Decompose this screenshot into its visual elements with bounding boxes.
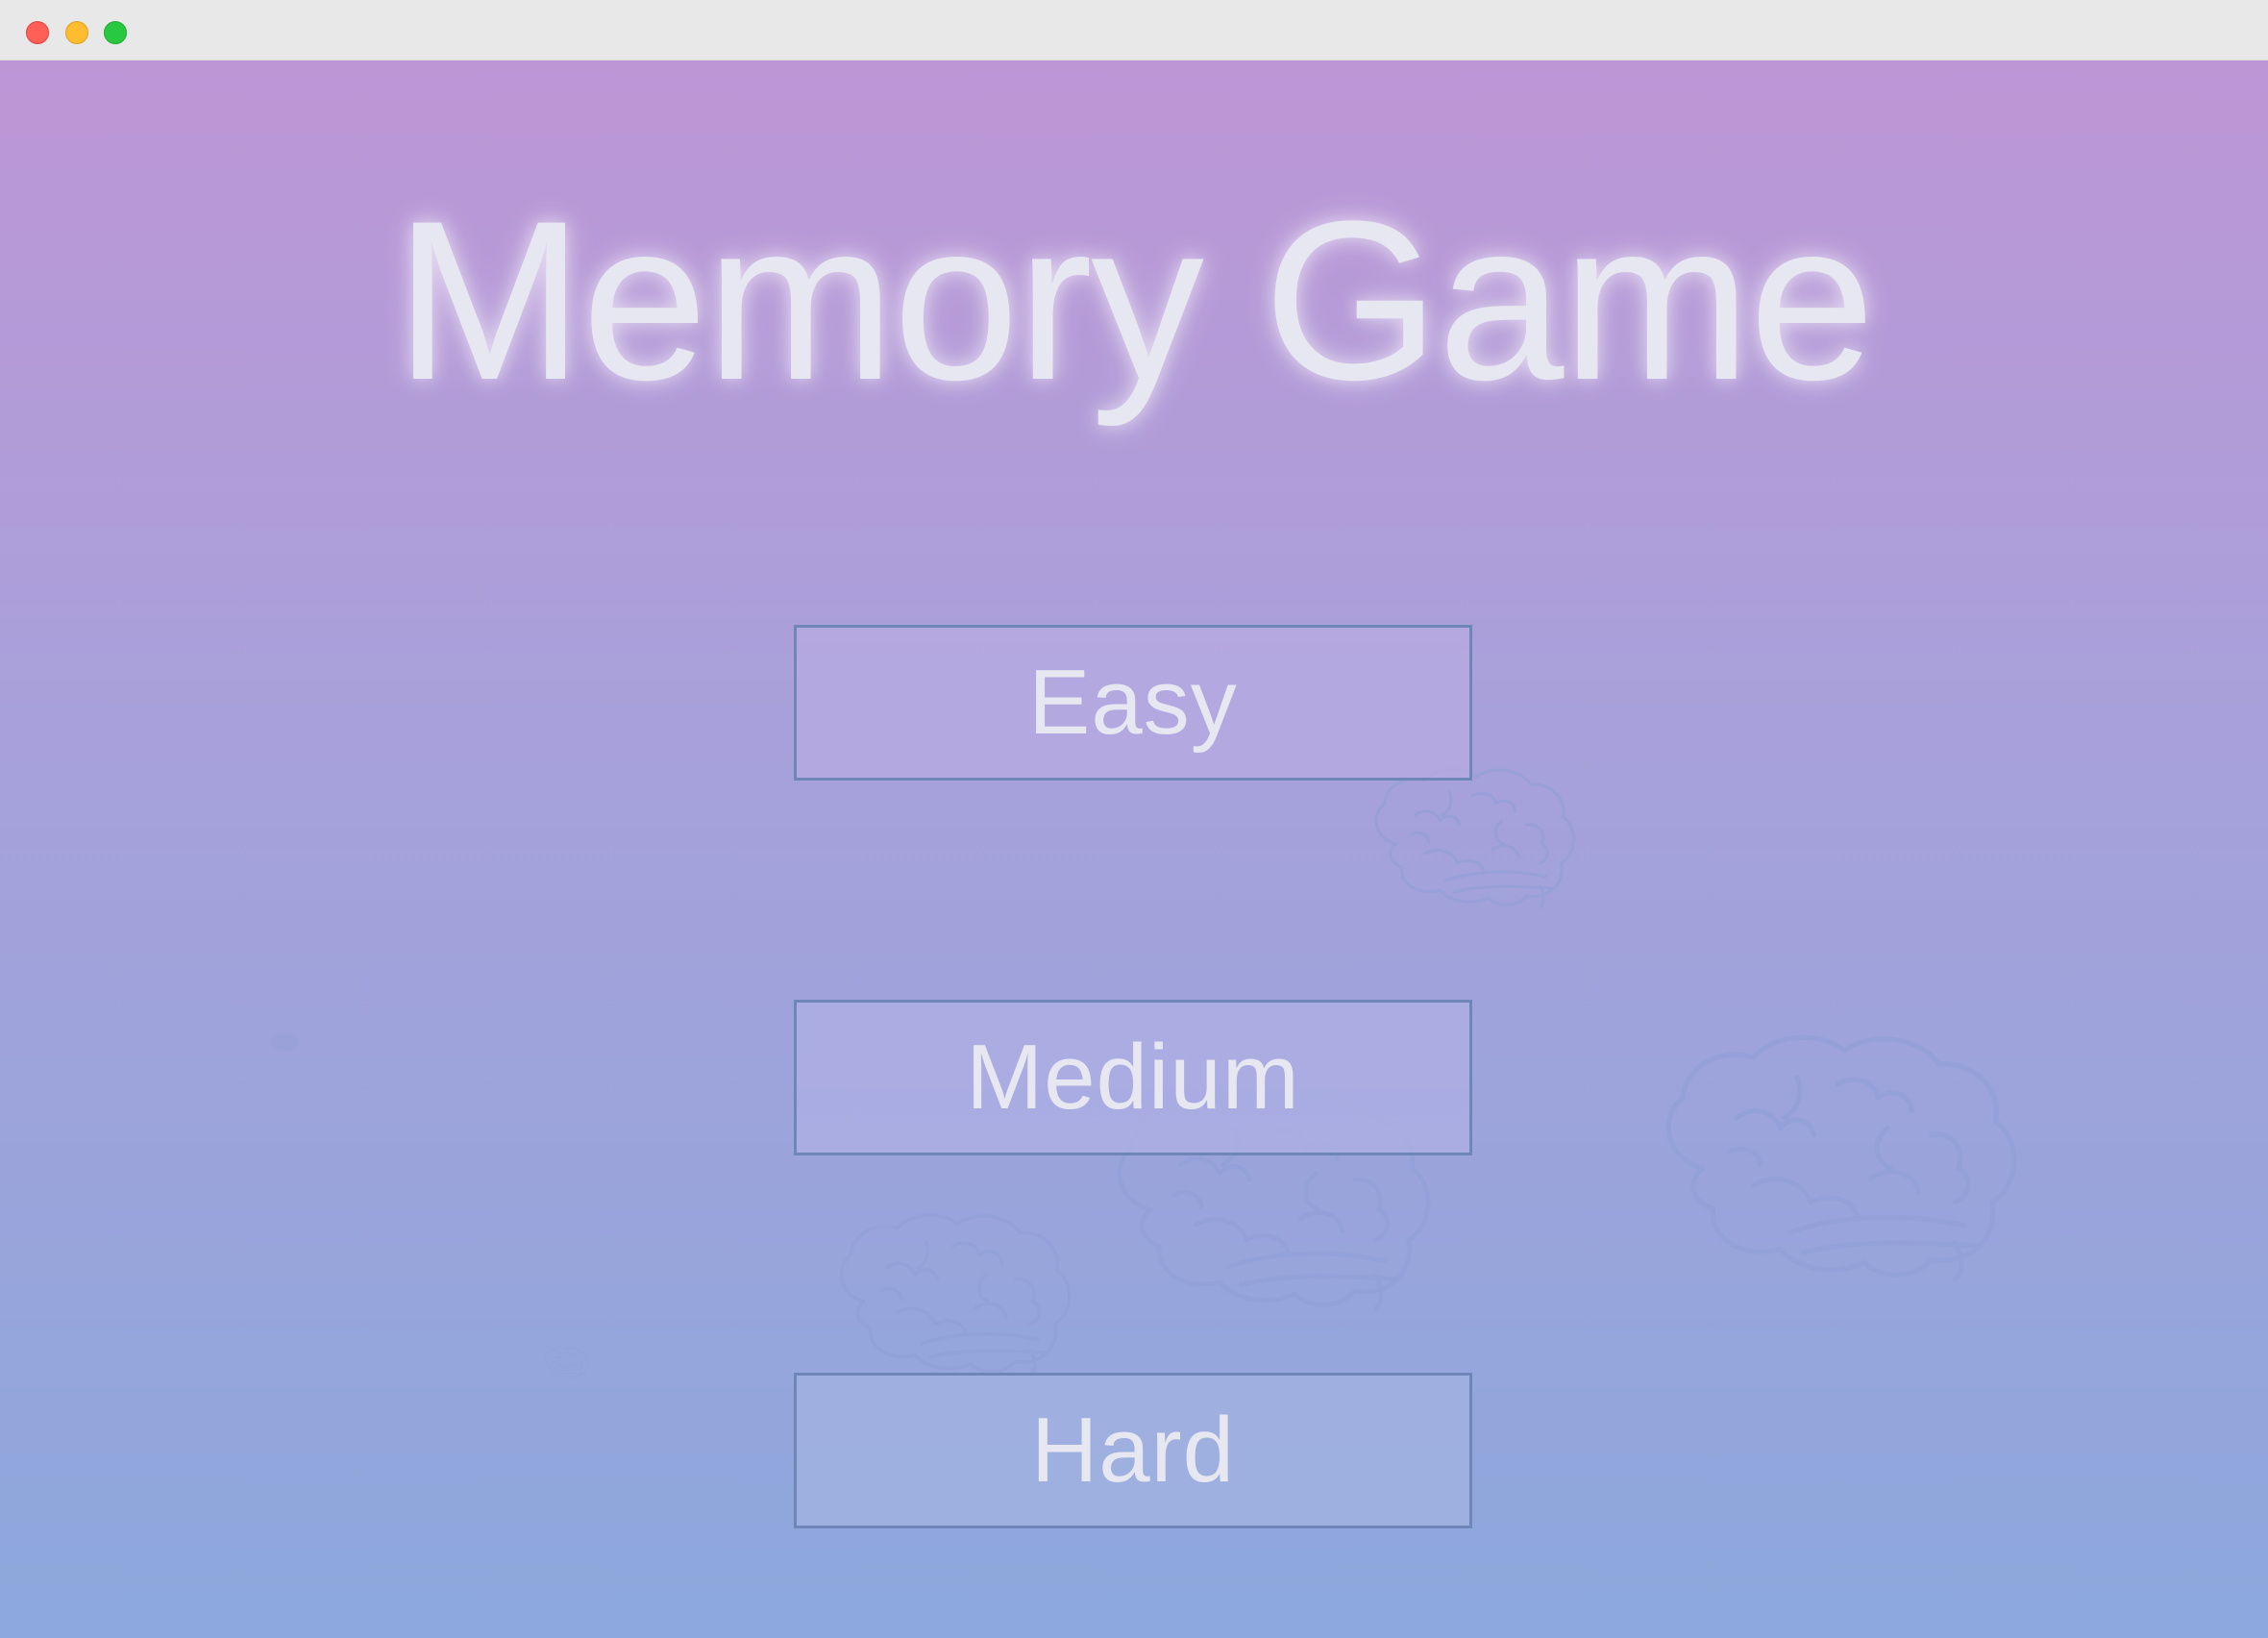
game-start-screen: Memory Game Easy Medium Hard (0, 61, 2268, 1638)
brain-icon (1632, 1017, 2043, 1286)
medium-button[interactable]: Medium (794, 1000, 1472, 1155)
minimize-window-button[interactable] (65, 21, 88, 44)
easy-button[interactable]: Easy (794, 625, 1472, 781)
brain-icon (1355, 757, 1590, 911)
hard-button[interactable]: Hard (794, 1373, 1472, 1528)
window-titlebar (0, 0, 2268, 61)
decorative-dot (271, 1033, 298, 1051)
app-window: Memory Game Easy Medium Hard (0, 0, 2268, 1638)
game-title: Memory Game (394, 174, 1876, 428)
brain-icon (817, 1202, 1089, 1379)
maximize-window-button[interactable] (104, 21, 127, 44)
brain-icon (541, 1345, 591, 1378)
close-window-button[interactable] (26, 21, 49, 44)
